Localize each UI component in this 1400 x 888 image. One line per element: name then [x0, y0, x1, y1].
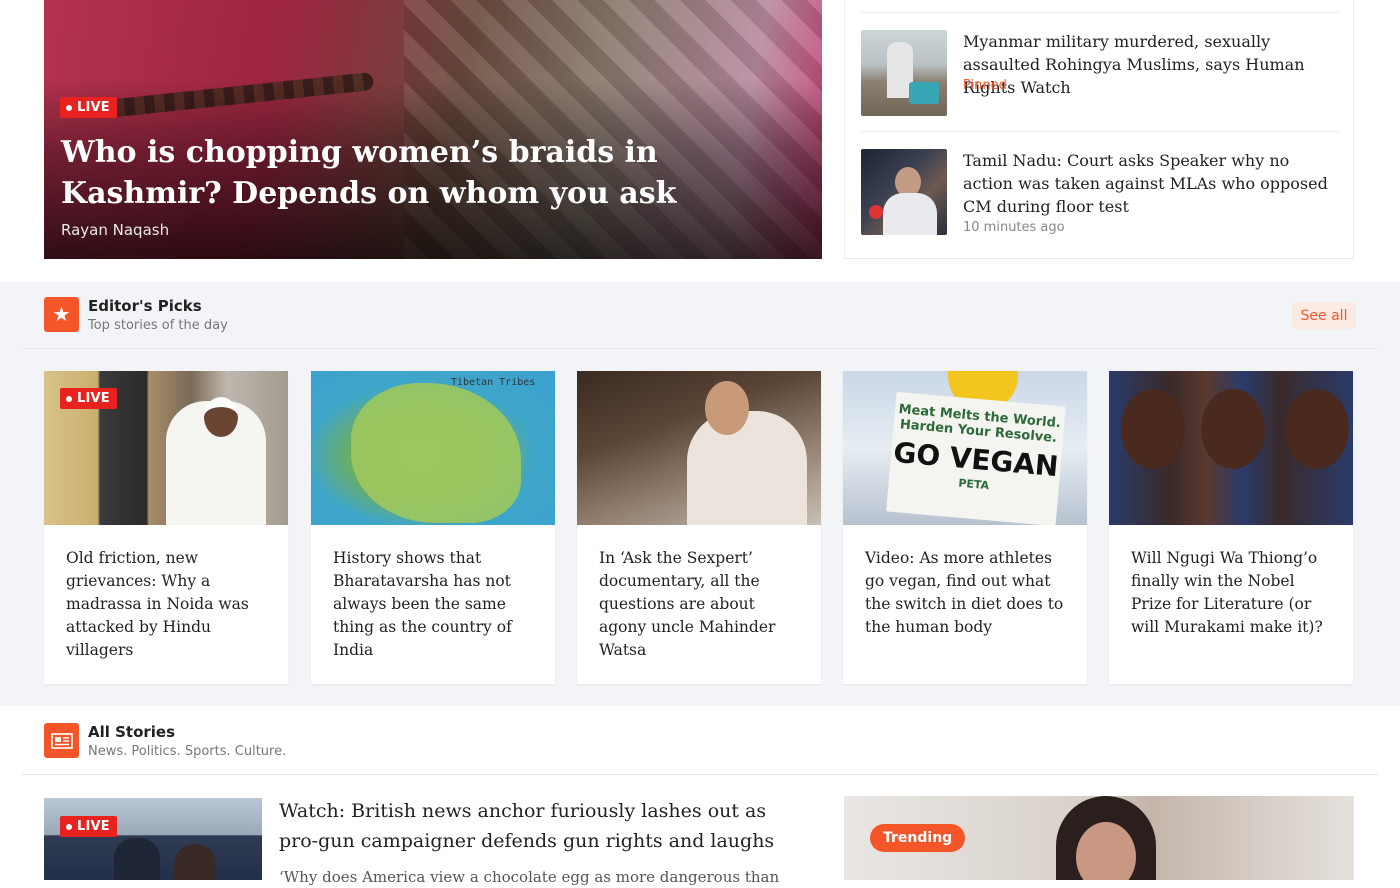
story-card[interactable]: Meat Melts the World. Harden Your Resolv… [843, 371, 1087, 684]
story-card-title[interactable]: Old friction, new grievances: Why a madr… [66, 547, 271, 662]
section-subtitle: Top stories of the day [88, 318, 228, 333]
live-dot-icon [66, 104, 72, 111]
newspaper-icon-svg [50, 732, 73, 749]
story-card-image[interactable] [577, 371, 821, 525]
story-card[interactable]: Tibetan Tribes History shows that Bharat… [311, 371, 555, 684]
section-title: All Stories [88, 723, 176, 741]
live-badge: LIVE [60, 388, 117, 409]
live-dot-icon [66, 823, 72, 830]
side-stories-panel: Myanmar military murdered, sexually assa… [844, 0, 1354, 259]
story-card[interactable]: In ‘Ask the Sexpert’ documentary, all th… [577, 371, 821, 684]
hero-title[interactable]: Who is chopping women’s braids in Kashmi… [61, 132, 681, 214]
live-badge: LIVE [60, 97, 117, 118]
story-card[interactable]: Will Ngugi Wa Thiong’o finally win the N… [1109, 371, 1353, 684]
star-icon: ★ [44, 297, 79, 332]
trending-badge[interactable]: Trending [870, 824, 966, 852]
section-title: Editor's Picks [88, 297, 202, 315]
live-dot-icon [66, 395, 72, 402]
side-story-thumbnail[interactable] [861, 149, 947, 235]
timestamp: 10 minutes ago [963, 220, 1065, 235]
trending-card[interactable]: Trending [844, 796, 1354, 880]
protest-sign: Meat Melts the World. Harden Your Resolv… [886, 391, 1066, 525]
side-story-title[interactable]: Tamil Nadu: Court asks Speaker why no ac… [963, 149, 1343, 218]
side-story-thumbnail[interactable] [861, 30, 947, 116]
story-card-image[interactable]: Meat Melts the World. Harden Your Resolv… [843, 371, 1087, 525]
story-card-title[interactable]: Will Ngugi Wa Thiong’o finally win the N… [1131, 547, 1336, 639]
see-all-button[interactable]: See all [1292, 302, 1356, 329]
live-badge: LIVE [60, 816, 117, 837]
story-card-title[interactable]: In ‘Ask the Sexpert’ documentary, all th… [599, 547, 804, 662]
story-card-image[interactable]: LIVE [44, 371, 288, 525]
lead-story-thumbnail[interactable]: LIVE [44, 798, 262, 880]
story-card-title[interactable]: History shows that Bharatavarsha has not… [333, 547, 538, 662]
divider [22, 348, 1378, 349]
top-section: LIVE Who is chopping women’s braids in K… [0, 0, 1400, 282]
side-story-title[interactable]: Myanmar military murdered, sexually assa… [963, 30, 1343, 99]
newspaper-icon [44, 723, 79, 758]
pinned-label: Pinned [963, 78, 1007, 93]
all-stories-section: All Stories News. Politics. Sports. Cult… [0, 706, 1400, 886]
map-label: Tibetan Tribes [451, 377, 536, 388]
story-card-image[interactable] [1109, 371, 1353, 525]
section-subtitle: News. Politics. Sports. Culture. [88, 744, 287, 759]
lead-story-title[interactable]: Watch: British news anchor furiously las… [279, 796, 809, 856]
hero-story[interactable]: LIVE Who is chopping women’s braids in K… [44, 0, 822, 259]
story-card-image[interactable]: Tibetan Tribes [311, 371, 555, 525]
hero-author[interactable]: Rayan Naqash [61, 221, 169, 239]
story-card[interactable]: LIVE Old friction, new grievances: Why a… [44, 371, 288, 684]
editors-picks-section: ★ Editor's Picks Top stories of the day … [0, 282, 1400, 706]
divider [861, 131, 1339, 132]
lead-story-excerpt: ‘Why does America view a chocolate egg a… [279, 868, 780, 886]
story-card-title[interactable]: Video: As more athletes go vegan, find o… [865, 547, 1070, 639]
divider [22, 774, 1378, 775]
